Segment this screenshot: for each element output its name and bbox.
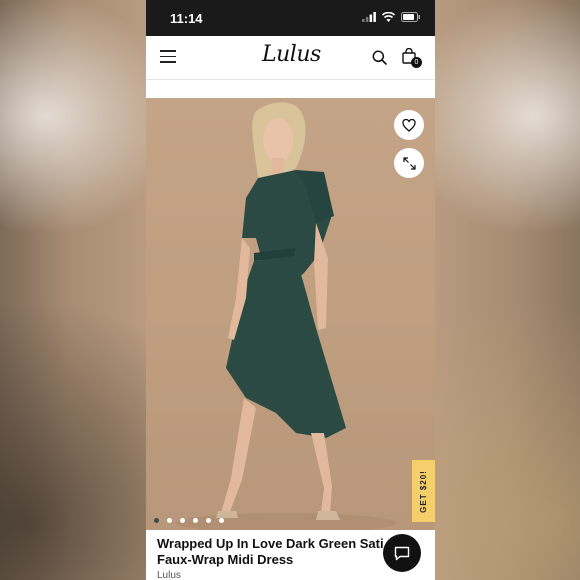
header-spacer [146, 80, 435, 98]
expand-icon [402, 156, 416, 170]
hamburger-icon-line [160, 61, 176, 63]
gallery-dot[interactable] [193, 518, 198, 523]
battery-icon [401, 12, 420, 22]
hamburger-menu-button[interactable] [160, 50, 176, 64]
gallery-dot[interactable] [206, 518, 211, 523]
product-image-gallery[interactable]: GET $20! [146, 98, 435, 530]
product-brand[interactable]: Lulus [157, 570, 181, 580]
gallery-dot[interactable] [167, 518, 172, 523]
gallery-dot[interactable] [154, 518, 159, 523]
promo-tab[interactable]: GET $20! [412, 460, 435, 522]
chat-button[interactable] [383, 534, 421, 572]
promo-label: GET $20! [419, 469, 428, 513]
product-title-line-2: Faux-Wrap Midi Dress [157, 552, 294, 567]
chat-icon [394, 546, 410, 560]
gallery-dot[interactable] [180, 518, 185, 523]
gallery-pagination-dots [154, 518, 224, 523]
search-icon [372, 50, 387, 65]
site-header: Lulus [146, 36, 435, 80]
search-button[interactable] [372, 50, 387, 70]
site-logo[interactable]: Lulus [262, 42, 321, 67]
heart-icon [402, 118, 416, 132]
bag-count-badge: 0 [411, 57, 422, 68]
hamburger-icon-line [160, 55, 176, 58]
product-title-line-1: Wrapped Up In Love Dark Green Sati [157, 536, 384, 551]
signal-icon [362, 12, 376, 22]
status-icons [362, 12, 421, 22]
favorite-button[interactable] [394, 110, 424, 140]
phone-screen: 11:14 Lulus 0 GET $20! Wrapped Up In Lov… [146, 0, 435, 580]
status-bar: 11:14 [146, 0, 435, 36]
hamburger-icon [160, 50, 176, 52]
product-photo [176, 102, 396, 530]
status-time: 11:14 [170, 11, 203, 26]
product-title: Wrapped Up In Love Dark Green Sati Faux-… [157, 536, 407, 568]
wifi-icon [382, 12, 395, 22]
gallery-dot[interactable] [219, 518, 224, 523]
expand-image-button[interactable] [394, 148, 424, 178]
